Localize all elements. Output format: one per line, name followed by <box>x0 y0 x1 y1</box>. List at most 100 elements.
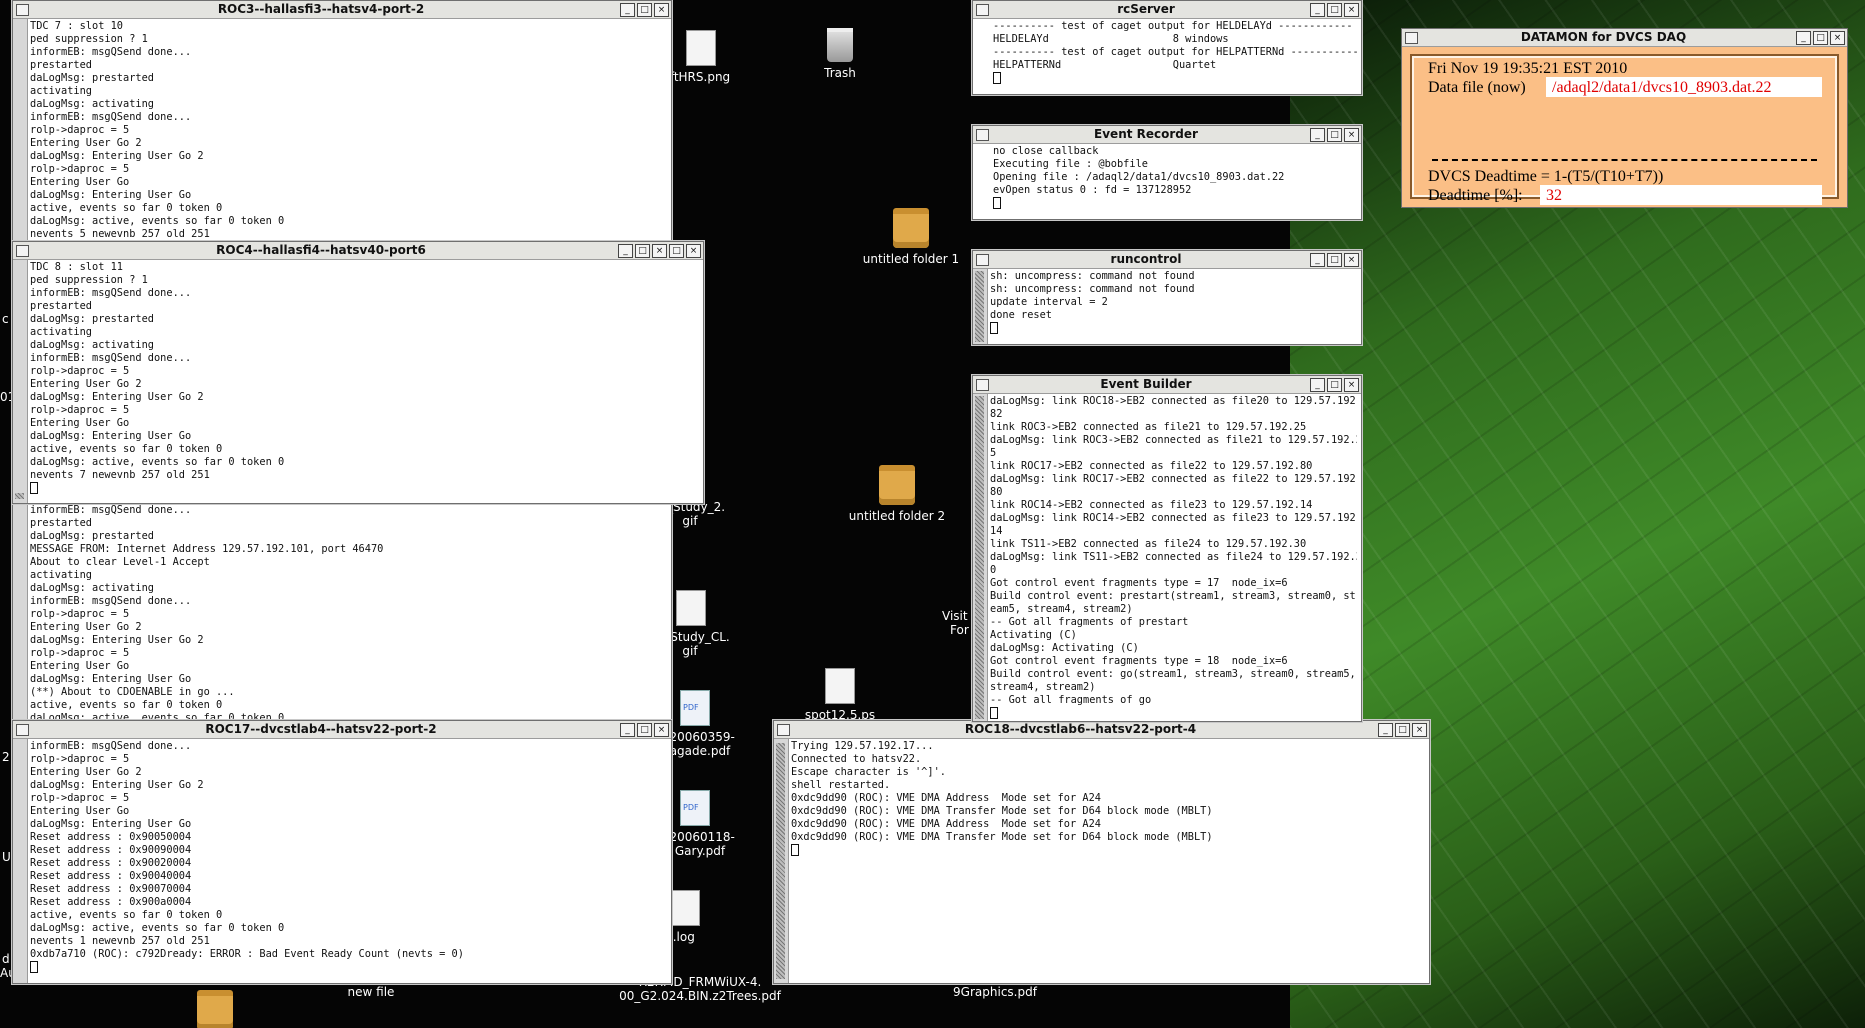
desktop-icon-spot[interactable]: spot12.5.ps <box>775 668 905 722</box>
close-icon[interactable]: × <box>686 244 701 258</box>
window-rcserver[interactable]: rcServer _ □ × ---------- test of caget ou… <box>972 0 1362 95</box>
terminal-line: daLogMsg: active, events so far 0 token … <box>30 456 285 468</box>
desktop-fragment-text: U <box>2 850 11 864</box>
title-bar[interactable]: ROC3--hallasfi3--hatsv4-port-2 _ □ × <box>13 1 671 19</box>
terminal-prompt[interactable] <box>791 844 1425 859</box>
maximize-icon[interactable]: □ <box>1813 31 1828 45</box>
terminal-area[interactable]: daLogMsg: link ROC18->EB2 connected as f… <box>973 394 1361 721</box>
desktop-icon-new-file[interactable]: new file <box>306 985 436 999</box>
maximize-icon[interactable]: □ <box>637 3 652 17</box>
terminal-line: 0xdc9dd90 (ROC): VME DMA Address Mode se… <box>791 792 1101 804</box>
minimize-icon[interactable]: _ <box>620 723 635 737</box>
scrollbar[interactable] <box>13 739 28 983</box>
title-bar[interactable]: runcontrol _ □ × <box>973 251 1361 269</box>
scrollbar[interactable] <box>774 739 789 983</box>
window-menu-icon[interactable] <box>1405 32 1418 44</box>
window-menu-icon[interactable] <box>16 4 29 16</box>
title-bar[interactable]: Event Recorder _ □ × <box>973 126 1361 144</box>
window-event-recorder[interactable]: Event Recorder _ □ × no close callback Exec… <box>972 125 1362 220</box>
close-icon[interactable]: × <box>654 723 669 737</box>
terminal-prompt[interactable] <box>993 197 1357 212</box>
scrollbar-thumb[interactable] <box>15 493 24 499</box>
minimize-icon[interactable]: _ <box>618 244 633 258</box>
maximize-icon[interactable]: □ <box>669 244 684 258</box>
window-roc18[interactable]: ROC18--dvcstlab6--hatsv22-port-4 _ □ × Try… <box>773 720 1430 984</box>
terminal-area[interactable]: TDC 7 : slot 10 ped suppression ? 1 inform… <box>13 19 671 241</box>
close-icon[interactable]: × <box>1344 253 1359 267</box>
minimize-icon[interactable]: _ <box>1378 723 1393 737</box>
scrollbar[interactable] <box>973 394 988 721</box>
terminal-line: Escape character is '^]'. <box>791 766 946 778</box>
terminal-area[interactable]: sh: uncompress: command not found sh: unc… <box>973 269 1361 344</box>
terminal-area[interactable]: no close callback Executing file : @bobfi… <box>973 144 1361 219</box>
close-icon[interactable]: × <box>1830 31 1845 45</box>
scrollbar-thumb[interactable] <box>975 396 984 719</box>
terminal-line: daLogMsg: activating <box>30 98 154 110</box>
scrollbar-thumb[interactable] <box>776 743 785 979</box>
scrollbar[interactable] <box>13 19 28 241</box>
terminal-area[interactable]: ---------- test of caget output for HELD… <box>973 19 1361 94</box>
close-icon[interactable]: × <box>1344 128 1359 142</box>
window-roc4[interactable]: ROC4--hallasfi4--hatsv40-port6 _ □ × □ × TDC… <box>12 241 704 504</box>
scrollbar[interactable] <box>13 260 28 503</box>
window-title: ROC3--hallasfi3--hatsv4-port-2 <box>217 2 425 16</box>
terminal-prompt[interactable] <box>30 482 668 497</box>
terminal-prompt[interactable] <box>990 322 1357 337</box>
postscript-file-icon <box>825 668 855 704</box>
minimize-icon[interactable]: _ <box>1310 253 1325 267</box>
window-roc17[interactable]: ROC17--dvcstlab4--hatsv22-port-2 _ □ × inf… <box>12 720 672 984</box>
title-bar[interactable]: Event Builder _ □ × <box>973 376 1361 394</box>
maximize-icon[interactable]: □ <box>1327 378 1342 392</box>
desktop-icon-folder-partial[interactable] <box>180 990 250 1028</box>
window-menu-icon[interactable] <box>777 724 790 736</box>
close-icon[interactable]: × <box>1412 723 1427 737</box>
terminal-prompt[interactable] <box>990 707 1357 721</box>
maximize-icon[interactable]: □ <box>1327 128 1342 142</box>
terminal-line: daLogMsg: Entering User Go <box>30 189 192 201</box>
scrollbar-thumb[interactable] <box>975 271 984 342</box>
window-datamon[interactable]: DATAMON for DVCS DAQ _ □ × Fri Nov 19 19:3… <box>1401 28 1848 208</box>
close-icon[interactable]: × <box>654 3 669 17</box>
minimize-icon[interactable]: _ <box>1310 378 1325 392</box>
close-icon[interactable]: × <box>1344 378 1359 392</box>
maximize-icon[interactable]: □ <box>637 723 652 737</box>
scrollbar[interactable] <box>973 269 988 344</box>
window-menu-icon[interactable] <box>976 254 989 266</box>
minimize-icon[interactable]: _ <box>1796 31 1811 45</box>
desktop-icon-trash[interactable]: Trash <box>775 28 905 80</box>
minimize-icon[interactable]: _ <box>620 3 635 17</box>
terminal-area[interactable]: TDC 8 : slot 11 ped suppression ? 1 inform… <box>13 260 672 503</box>
window-menu-icon[interactable] <box>16 724 29 736</box>
desktop-icon-folder-2[interactable]: untitled folder 2 <box>832 465 962 523</box>
window-roc3[interactable]: ROC3--hallasfi3--hatsv4-port-2 _ □ × TDC 7… <box>12 0 672 242</box>
minimize-icon[interactable]: _ <box>1310 128 1325 142</box>
maximize-icon[interactable]: □ <box>1395 723 1410 737</box>
title-bar[interactable]: ROC4--hallasfi4--hatsv40-port6 _ □ × □ × <box>13 242 703 260</box>
terminal-line: daLogMsg: Activating (C) <box>990 642 1139 654</box>
title-bar[interactable]: ROC17--dvcstlab4--hatsv22-port-2 _ □ × <box>13 721 671 739</box>
window-menu-icon[interactable] <box>16 245 29 257</box>
minimize-icon[interactable]: _ <box>1310 3 1325 17</box>
maximize-icon[interactable]: □ <box>1327 3 1342 17</box>
terminal-prompt[interactable] <box>30 961 667 976</box>
window-menu-icon[interactable] <box>976 129 989 141</box>
window-menu-icon[interactable] <box>976 379 989 391</box>
title-bar[interactable]: ROC18--dvcstlab6--hatsv22-port-4 _ □ × <box>774 721 1429 739</box>
window-event-builder[interactable]: Event Builder _ □ × daLogMsg: link ROC18->… <box>972 375 1362 722</box>
terminal-area[interactable]: informEB: msgQSend done... rolp->daproc =… <box>13 739 671 983</box>
maximize-icon[interactable]: □ <box>1327 253 1342 267</box>
maximize-icon[interactable]: □ <box>635 244 650 258</box>
title-bar[interactable]: DATAMON for DVCS DAQ _ □ × <box>1402 29 1847 47</box>
terminal-prompt[interactable] <box>993 72 1357 87</box>
terminal-area[interactable]: Trying 129.57.192.17... Connected to hats… <box>774 739 1429 983</box>
window-menu-icon[interactable] <box>976 4 989 16</box>
desktop-icon-graphics[interactable]: 9Graphics.pdf <box>930 985 1060 999</box>
close-icon[interactable]: × <box>1344 3 1359 17</box>
terminal-output: no close callback Executing file : @bobfi… <box>993 145 1357 219</box>
desktop-icon-folder-1[interactable]: untitled folder 1 <box>846 208 976 266</box>
title-bar[interactable]: rcServer _ □ × <box>973 1 1361 19</box>
terminal-line: daLogMsg: prestarted <box>30 530 154 542</box>
window-runcontrol[interactable]: runcontrol _ □ × sh: uncompress: command n… <box>972 250 1362 345</box>
terminal-line: active, events so far 0 token 0 <box>30 443 223 455</box>
close-icon[interactable]: × <box>652 244 667 258</box>
